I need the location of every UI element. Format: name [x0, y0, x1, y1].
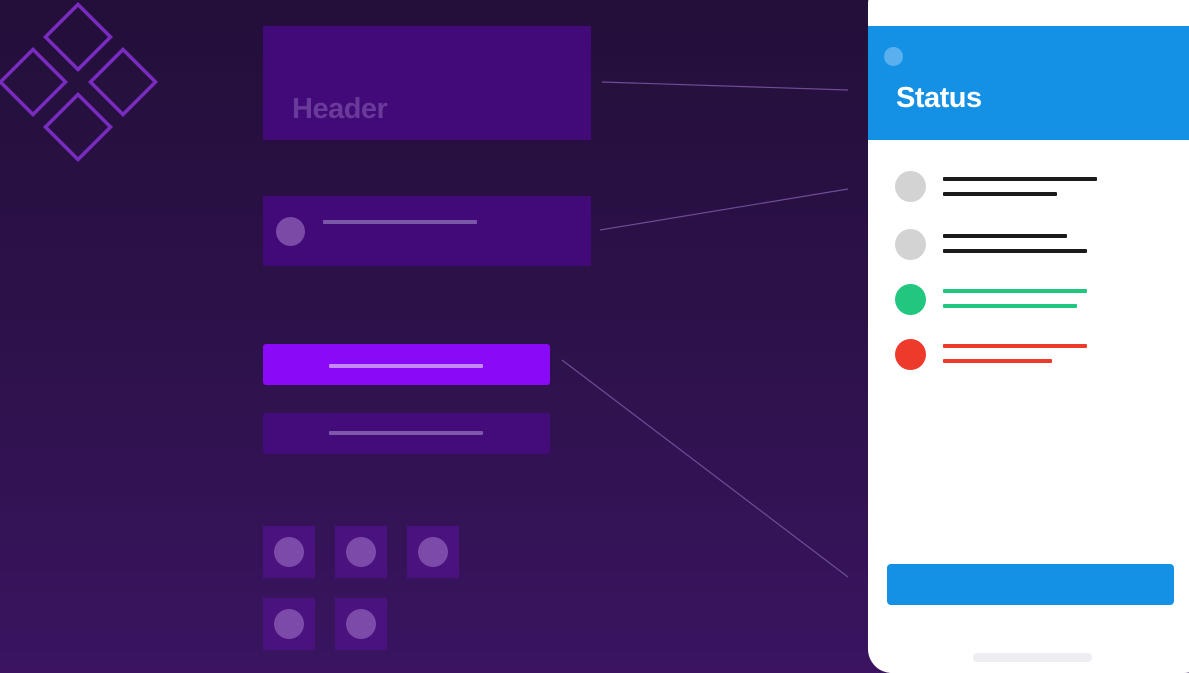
- wireframe-button-label-line: [329, 364, 483, 368]
- status-title: Status: [896, 82, 982, 114]
- wireframe-avatar: [276, 217, 305, 246]
- wireframe-primary-button[interactable]: [263, 344, 550, 385]
- wireframe-header-block: Header: [263, 26, 591, 140]
- status-indicator-error: [895, 339, 926, 370]
- wireframe-secondary-button[interactable]: [263, 413, 550, 454]
- connector-button: [561, 359, 849, 578]
- wireframe-text-line: [323, 220, 477, 224]
- diamond-logo-icon: [0, 1, 159, 163]
- status-indicator-neutral: [895, 171, 926, 202]
- wireframe-tile[interactable]: [263, 526, 315, 578]
- status-row-line: [943, 304, 1077, 308]
- wireframe-tile[interactable]: [335, 598, 387, 650]
- tile-dot-icon: [418, 537, 448, 567]
- status-row[interactable]: [868, 339, 1189, 379]
- connector-list: [599, 188, 849, 231]
- phone-action-button[interactable]: [887, 564, 1174, 605]
- tile-dot-icon: [346, 537, 376, 567]
- status-row[interactable]: [868, 284, 1189, 324]
- status-indicator-neutral: [895, 229, 926, 260]
- wireframe-button-label-line: [329, 431, 483, 435]
- status-header: Status: [868, 26, 1189, 140]
- status-row[interactable]: [868, 171, 1189, 211]
- phone-mockup: Status: [868, 0, 1189, 673]
- wireframe-tile[interactable]: [263, 598, 315, 650]
- status-row-line: [943, 234, 1067, 238]
- status-row-line: [943, 289, 1087, 293]
- status-indicator-success: [895, 284, 926, 315]
- tile-dot-icon: [274, 537, 304, 567]
- status-row-line: [943, 344, 1087, 348]
- tile-dot-icon: [274, 609, 304, 639]
- wireframe-tile[interactable]: [335, 526, 387, 578]
- wireframe-list-item: [263, 196, 591, 266]
- connector-header: [601, 81, 849, 91]
- status-row-line: [943, 177, 1097, 181]
- home-indicator: [973, 653, 1092, 662]
- status-row-line: [943, 192, 1057, 196]
- wireframe-header-label: Header: [292, 93, 388, 125]
- status-row-line: [943, 249, 1087, 253]
- status-row[interactable]: [868, 229, 1189, 269]
- status-dot-icon: [884, 47, 903, 66]
- wireframe-tile[interactable]: [407, 526, 459, 578]
- tile-dot-icon: [346, 609, 376, 639]
- status-row-line: [943, 359, 1052, 363]
